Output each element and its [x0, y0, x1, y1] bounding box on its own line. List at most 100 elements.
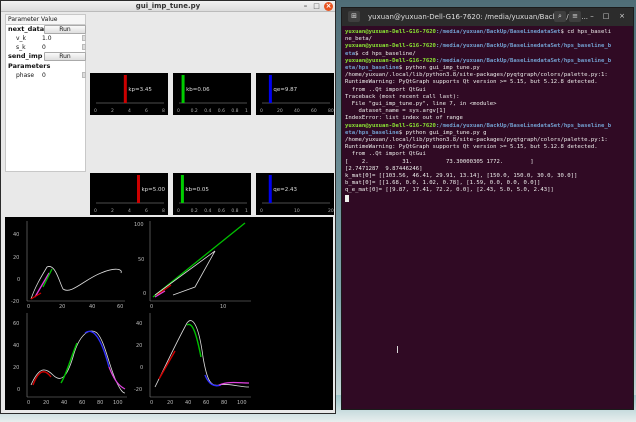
terminal-line: IndexError: list index out of range: [345, 115, 463, 122]
spinbox-arrows-icon[interactable]: [82, 35, 86, 41]
tick-label: 20: [13, 255, 19, 261]
tick-label: 0.4: [204, 208, 211, 214]
plot-1[interactable]: 40 20 0 -20 0 20 40 60: [11, 221, 125, 310]
terminal-line: Traceback (most recent call last):: [345, 93, 460, 100]
group-label: send_imp: [8, 52, 43, 60]
group-send-imp[interactable]: send_imp Run: [6, 52, 86, 61]
kb-plot-2[interactable]: kb=0.05 0 0.2 0.4 0.6 0.8 1: [173, 173, 251, 215]
tick-label: 0: [260, 208, 263, 214]
tick-label: 2: [111, 208, 114, 214]
maximize-button[interactable]: □: [600, 11, 612, 22]
parameter-tree-header: Parameter Value: [6, 15, 85, 25]
tick-label: 0.8: [231, 108, 238, 114]
close-button[interactable]: ×: [324, 2, 333, 11]
group-parameters[interactable]: Parameters: [6, 62, 85, 71]
tick-label: 50: [138, 257, 144, 263]
kp-plot-1[interactable]: kp=3.45 0 2 4 6 8: [90, 73, 168, 115]
group-label: next_data: [8, 25, 45, 33]
terminal-line: k_mat[0]= [[103.56, 46.41, 29.91, 13.14]…: [345, 173, 578, 180]
tick-label: 2: [111, 108, 114, 114]
kp-plot-2[interactable]: kp=5.00 0 2 4 6 8: [90, 173, 168, 215]
param-label: s_k: [16, 44, 26, 51]
terminal-line: q_e_mat[0]= [[9.87, 17.41, 72.2, 0.0], […: [345, 187, 554, 194]
tick-label: 0: [27, 400, 30, 406]
tick-label: 20: [277, 108, 283, 114]
tick-label: 0: [27, 304, 30, 310]
terminal-output[interactable]: yuxuan@yuxuan-Dell-G16-7620:/media/yuxua…: [345, 29, 633, 409]
value-label: qe=9.87: [273, 87, 297, 93]
tick-label: 80: [221, 400, 227, 406]
tick-label: 4: [128, 108, 131, 114]
terminal-line: yuxuan@yuxuan-Dell-G16-7620:/media/yuxua…: [345, 122, 612, 129]
terminal-line: /home/yuxuan/.local/lib/python3.8/site-p…: [345, 137, 608, 144]
trajectory-plots-area[interactable]: 40 20 0 -20 0 20 40 60 100 50 0 0 10 60 …: [5, 217, 333, 410]
terminal-line: eta/hps_baseline$ python gui_imp_tune.py…: [345, 129, 487, 136]
tick-label: 40: [13, 343, 19, 349]
kb-plot-1[interactable]: kb=0.06 0 0.2 0.4 0.6 0.8 1: [173, 73, 251, 115]
phase-value-input[interactable]: 0: [42, 71, 46, 80]
gui-imp-tune-window: gui_imp_tune.py – □ × Parameter Value ne…: [0, 0, 336, 414]
terminal-line: [ 2. 31. 73.30000305 1772. ]: [345, 158, 534, 165]
tick-label: 20: [13, 365, 19, 371]
value-label: kp=5.00: [142, 187, 166, 193]
tick-label: 0: [150, 400, 153, 406]
tick-label: 10: [220, 304, 226, 310]
new-tab-icon[interactable]: ⊞: [348, 11, 360, 22]
plot-3[interactable]: 60 40 20 0 0 20 40 60 80 100: [13, 313, 127, 406]
tick-label: 0: [143, 291, 146, 297]
terminal-line: File "gui_imp_tune.py", line 7, in <modu…: [345, 101, 497, 108]
tick-label: 20: [136, 343, 142, 349]
tick-label: 60: [117, 304, 123, 310]
minimize-button[interactable]: –: [586, 11, 598, 22]
value-bar: [268, 75, 272, 103]
maximize-button[interactable]: □: [312, 2, 321, 11]
col-header-value[interactable]: Value: [39, 15, 57, 24]
tick-label: -20: [134, 387, 142, 393]
plot-2[interactable]: 100 50 0 0 10: [134, 221, 251, 310]
value-label: qe=2.43: [273, 187, 297, 193]
terminal-line: eta$ cd hps_baseline/: [345, 50, 416, 57]
tick-label: 60: [311, 108, 317, 114]
tick-label: 0: [94, 208, 97, 214]
tick-label: 100: [113, 400, 123, 406]
window-titlebar[interactable]: gui_imp_tune.py – □ ×: [1, 1, 335, 12]
spinbox-arrows-icon[interactable]: [82, 72, 86, 78]
next-data-run-button[interactable]: Run: [44, 25, 86, 34]
tick-label: 0: [177, 208, 180, 214]
terminal-line: yuxuan@yuxuan-Dell-G16-7620:/media/yuxua…: [345, 43, 612, 50]
search-icon[interactable]: ⌕: [554, 11, 566, 22]
qe-plot-2[interactable]: qe=2.43 0 10 20: [256, 173, 334, 215]
tick-label: 0: [140, 365, 143, 371]
tick-label: 80: [328, 108, 334, 114]
s-k-value-input[interactable]: 0: [42, 43, 46, 52]
terminal-line: dataset_name = sys.argv[1]: [345, 108, 447, 115]
tick-label: 60: [79, 400, 85, 406]
spinbox-arrows-icon[interactable]: [82, 44, 86, 50]
tick-label: 60: [13, 321, 19, 327]
v-k-value-input[interactable]: 1.0: [42, 34, 52, 43]
terminal-titlebar[interactable]: ⊞ yuxuan@yuxuan-Dell-G16-7620: /media/yu…: [342, 8, 633, 26]
param-label: v_k: [16, 35, 27, 42]
tick-label: 8: [162, 208, 165, 214]
tick-label: 0.2: [191, 108, 198, 114]
tick-label: 60: [203, 400, 209, 406]
close-button[interactable]: ×: [616, 11, 628, 22]
qe-plot-1[interactable]: qe=9.87 0 20 40 60 80: [256, 73, 334, 115]
col-header-parameter[interactable]: Parameter: [6, 15, 39, 24]
send-imp-run-button[interactable]: Run: [44, 52, 86, 61]
param-label: phase: [16, 72, 35, 79]
value-label: kb=0.05: [185, 187, 209, 193]
group-next-data[interactable]: next_data Run: [6, 25, 86, 34]
param-row-v-k: v_k 1.0: [6, 34, 86, 43]
plot-4[interactable]: 40 20 0 -20 0 20 40 60 80 100: [134, 313, 251, 406]
tick-label: 1: [245, 108, 248, 114]
terminal-cursor: [345, 194, 349, 202]
terminal-line: yuxuan@yuxuan-Dell-G16-7620:/media/yuxua…: [345, 29, 612, 35]
terminal-line: eta/hps_baseline$ python gui_imp_tune.py: [345, 65, 480, 72]
value-label: kp=3.45: [128, 87, 152, 93]
tick-label: 1: [245, 208, 248, 214]
minimize-button[interactable]: –: [301, 2, 310, 11]
tick-label: 0: [177, 108, 180, 114]
value-bar: [181, 75, 185, 103]
menu-icon[interactable]: ≡: [569, 11, 581, 22]
